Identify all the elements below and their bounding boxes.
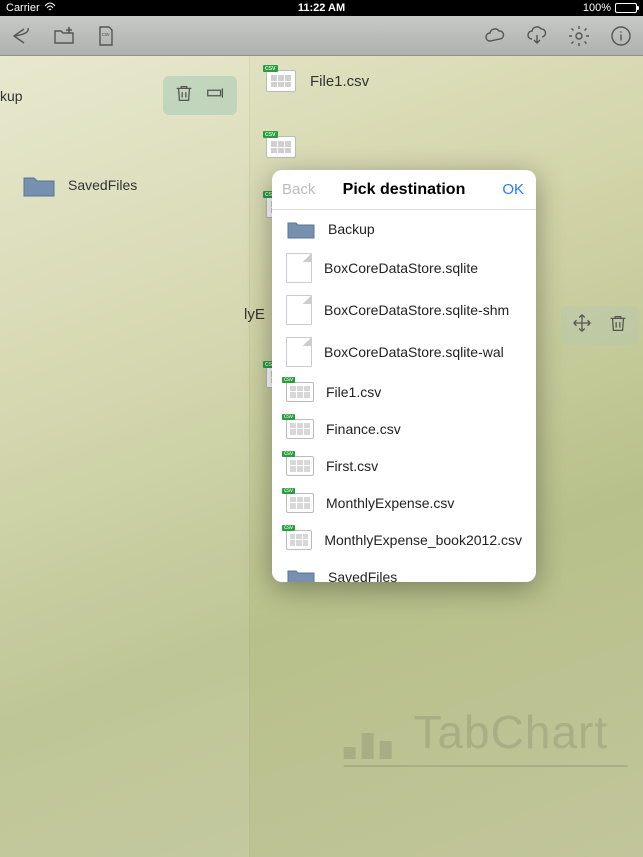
popover-back-button[interactable]: Back (282, 181, 315, 198)
watermark: TabChart (343, 705, 628, 767)
popover-item[interactable]: MonthlyExpense.csv (272, 484, 536, 521)
clock: 11:22 AM (298, 2, 345, 14)
popover-list[interactable]: Backup BoxCoreDataStore.sqlite BoxCoreData… (272, 210, 536, 582)
popover-item[interactable]: BoxCoreDataStore.sqlite (272, 247, 536, 289)
settings-button[interactable] (565, 22, 593, 50)
destination-popover: Back Pick destination OK Backup BoxCoreDa… (272, 170, 536, 582)
csv-icon (266, 136, 296, 158)
battery-percent: 100% (583, 2, 611, 14)
sidebar-truncated-label: kup (0, 88, 23, 104)
cloud-download-button[interactable] (523, 22, 551, 50)
folder-icon (22, 172, 56, 198)
status-bar: Carrier 11:22 AM 100% (0, 0, 643, 16)
csv-icon (286, 530, 312, 550)
battery-icon (615, 3, 637, 13)
csv-icon (266, 70, 296, 92)
file-row-truncated[interactable]: lyE (244, 306, 265, 323)
popover-item[interactable]: First.csv (272, 447, 536, 484)
file-icon (286, 295, 312, 325)
folder-icon (286, 218, 316, 240)
popover-item-label: BoxCoreDataStore.sqlite-shm (324, 302, 509, 318)
file-icon (286, 253, 312, 283)
popover-item-label: Backup (328, 221, 375, 237)
move-icon[interactable] (571, 312, 593, 339)
content-area: kup SavedFiles File1.csv (0, 56, 643, 857)
sidebar-row-actions (163, 76, 237, 115)
csv-icon (286, 382, 314, 402)
csv-icon (286, 493, 314, 513)
popover-item[interactable]: SavedFiles (272, 558, 536, 582)
file-icon (286, 337, 312, 367)
csv-icon (286, 419, 314, 439)
popover-item-label: First.csv (326, 458, 378, 474)
info-button[interactable] (607, 22, 635, 50)
row-actions-overlay (561, 306, 639, 345)
folder-icon (286, 566, 316, 583)
csv-icon (286, 456, 314, 476)
sidebar-item-label: SavedFiles (68, 177, 137, 193)
rename-icon[interactable] (205, 82, 227, 109)
file-row[interactable] (266, 136, 296, 158)
watermark-bars-icon (343, 719, 403, 759)
csv-file-button[interactable]: csv (92, 22, 120, 50)
carrier-label: Carrier (6, 2, 40, 14)
trash-icon[interactable] (173, 82, 195, 109)
sidebar-item-savedfiles[interactable]: SavedFiles (14, 166, 145, 204)
popover-item[interactable]: BoxCoreDataStore.sqlite-shm (272, 289, 536, 331)
popover-item-label: File1.csv (326, 384, 381, 400)
toolbar: csv (0, 16, 643, 56)
popover-item-label: MonthlyExpense_book2012.csv (324, 532, 522, 548)
back-button[interactable] (8, 22, 36, 50)
file-label: File1.csv (310, 73, 369, 90)
popover-item-label: MonthlyExpense.csv (326, 495, 454, 511)
cloud-button[interactable] (481, 22, 509, 50)
popover-item-label: BoxCoreDataStore.sqlite-wal (324, 344, 504, 360)
popover-item[interactable]: BoxCoreDataStore.sqlite-wal (272, 331, 536, 373)
popover-title: Pick destination (343, 181, 466, 199)
popover-item-label: BoxCoreDataStore.sqlite (324, 260, 478, 276)
wifi-icon (44, 2, 56, 15)
popover-item[interactable]: Backup (272, 210, 536, 247)
file-label-truncated: lyE (244, 306, 265, 323)
popover-item-label: Finance.csv (326, 421, 401, 437)
file-row[interactable]: File1.csv (266, 70, 369, 92)
trash-icon[interactable] (607, 312, 629, 339)
popover-item[interactable]: Finance.csv (272, 410, 536, 447)
svg-text:csv: csv (102, 32, 110, 38)
popover-header: Back Pick destination OK (272, 170, 536, 210)
popover-item-label: SavedFiles (328, 569, 397, 583)
popover-item[interactable]: File1.csv (272, 373, 536, 410)
watermark-text: TabChart (413, 706, 608, 758)
new-folder-button[interactable] (50, 22, 78, 50)
sidebar: kup SavedFiles (0, 56, 250, 857)
popover-ok-button[interactable]: OK (502, 181, 524, 198)
popover-item[interactable]: MonthlyExpense_book2012.csv (272, 521, 536, 558)
